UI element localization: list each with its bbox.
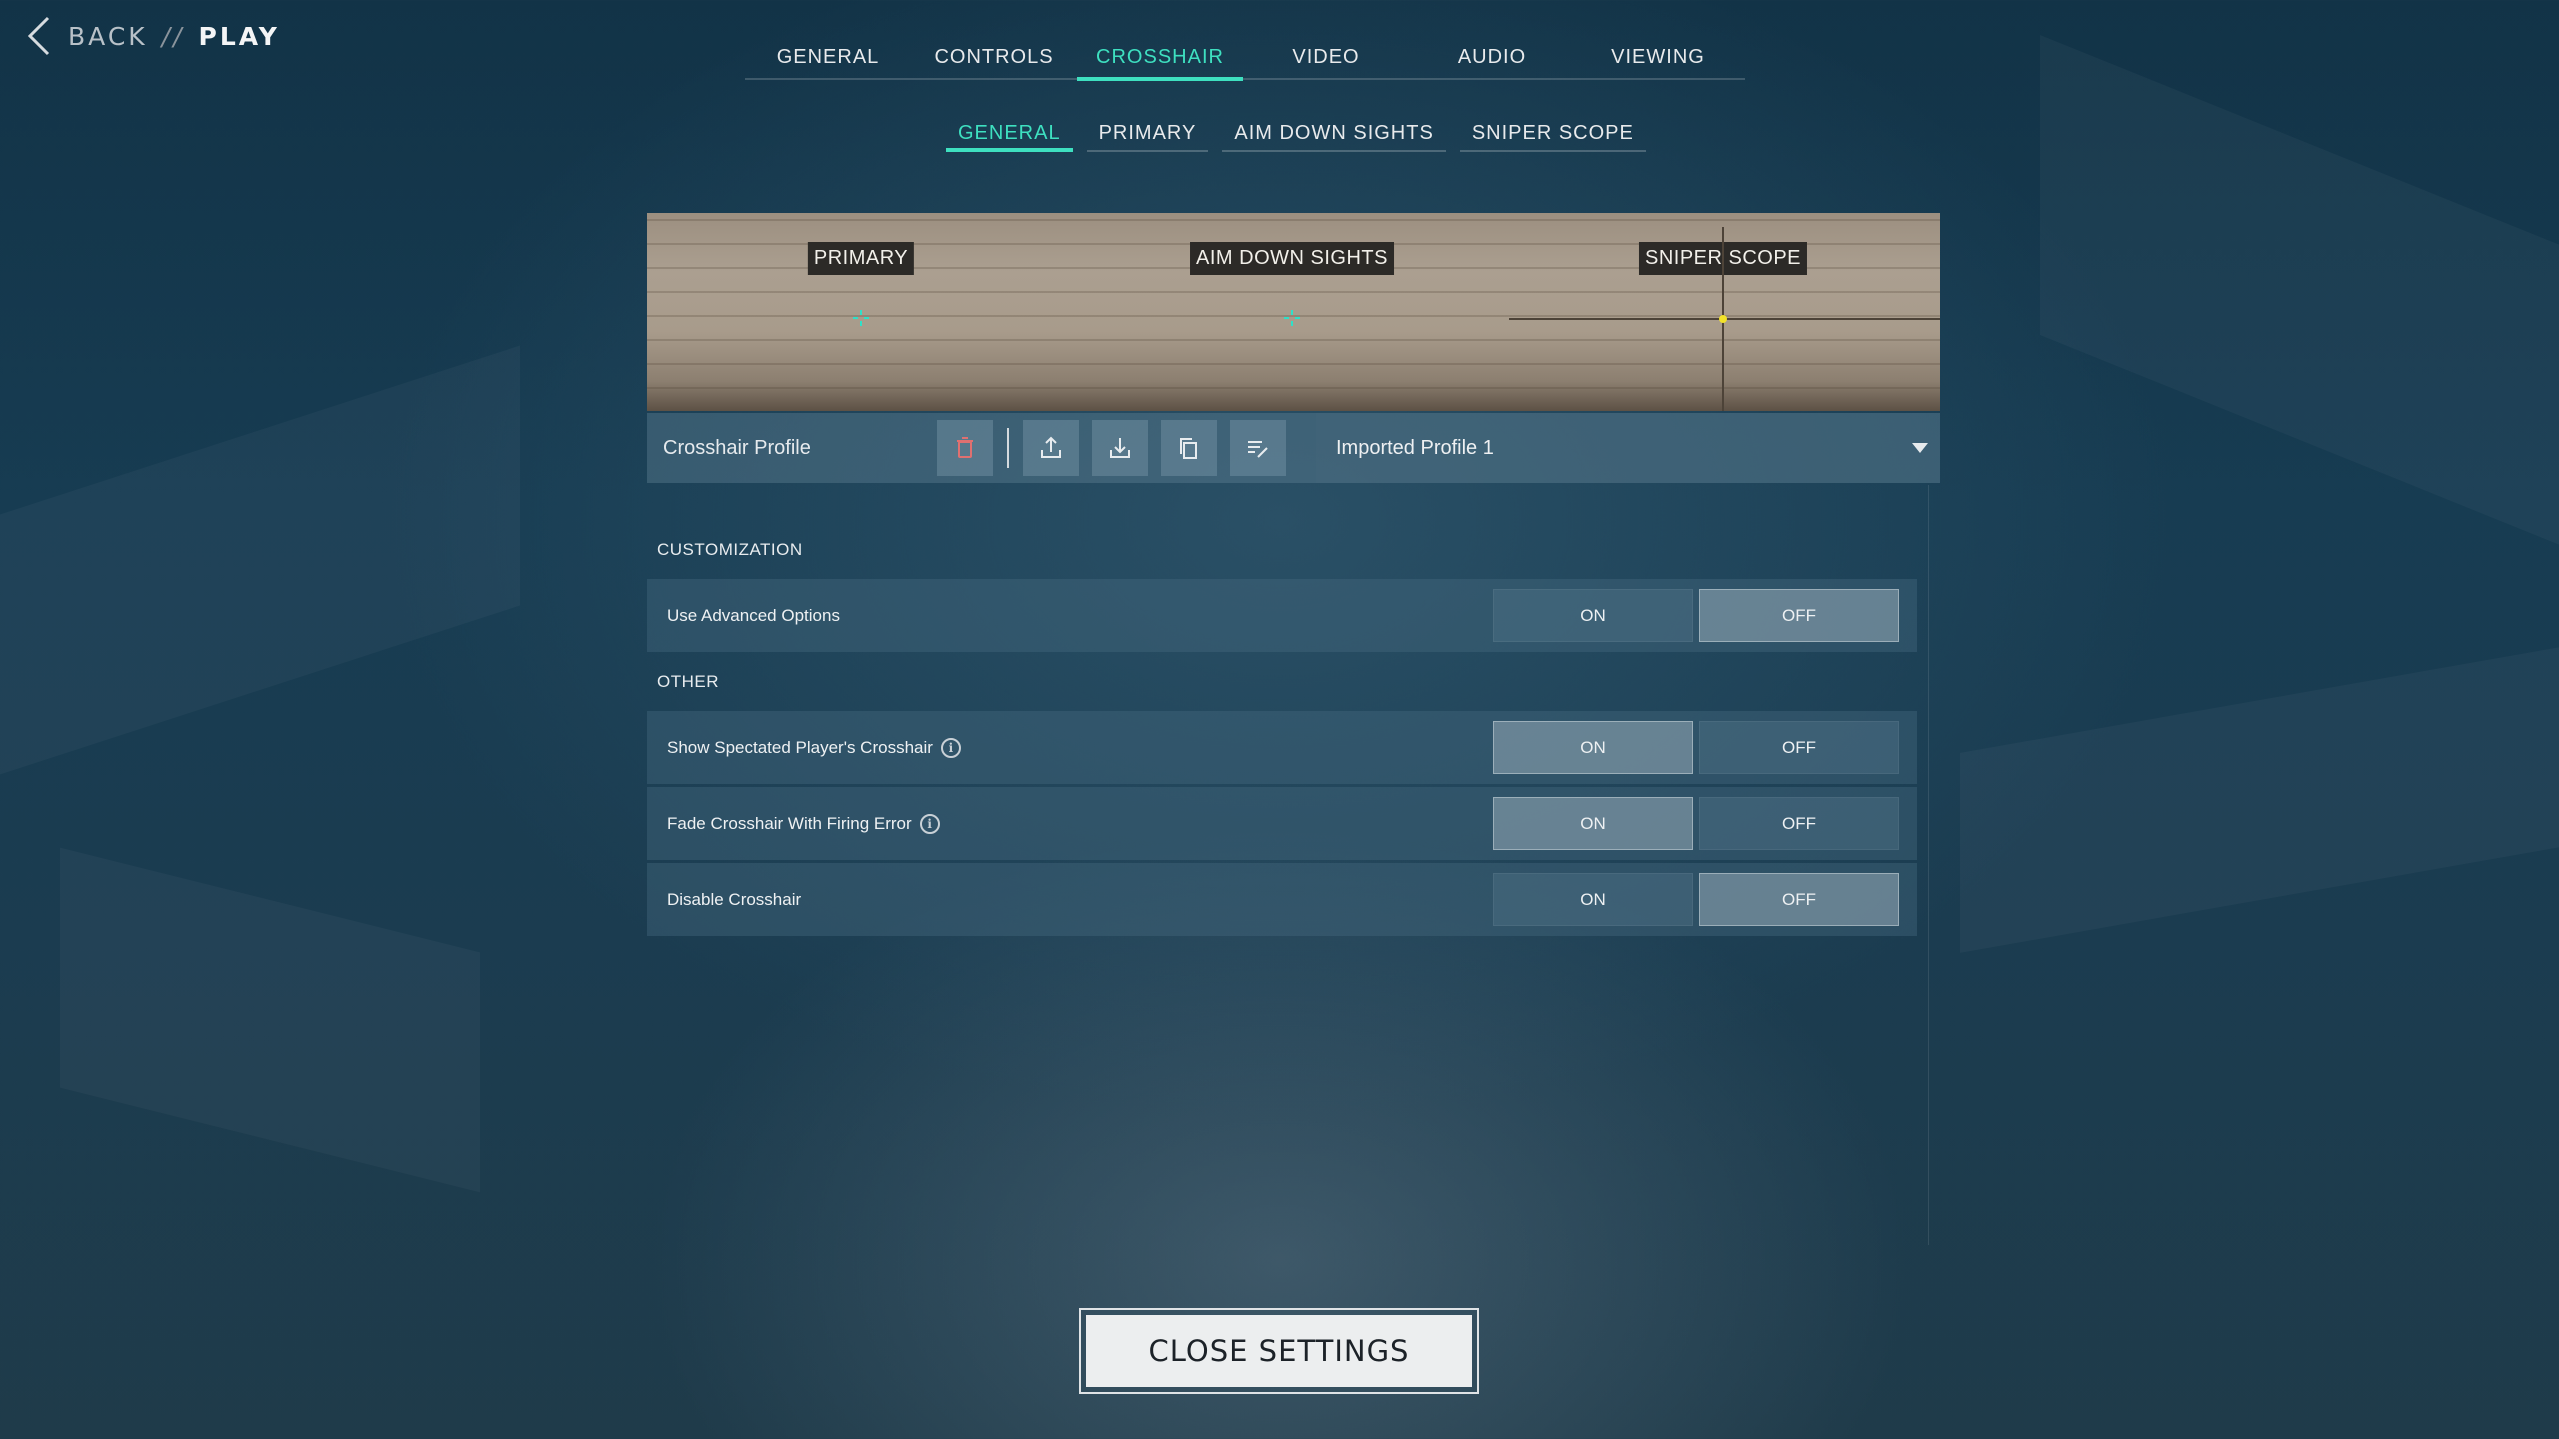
subtab-general[interactable]: GENERAL xyxy=(946,112,1073,152)
import-profile-button[interactable] xyxy=(1092,420,1148,476)
info-icon[interactable]: i xyxy=(940,737,961,758)
subtab-sniper-scope[interactable]: SNIPER SCOPE xyxy=(1459,112,1646,152)
rename-profile-button[interactable] xyxy=(1230,420,1286,476)
setting-label-text: Fade Crosshair With Firing Error xyxy=(667,813,912,833)
spectated-crosshair-on-button[interactable]: ON xyxy=(1493,721,1693,774)
close-settings-button[interactable]: CLOSE SETTINGS xyxy=(1086,1315,1472,1387)
close-settings-frame: CLOSE SETTINGS xyxy=(1079,1308,1479,1394)
ads-crosshair-icon xyxy=(1284,310,1300,326)
tab-viewing[interactable]: VIEWING xyxy=(1575,34,1741,78)
tab-video[interactable]: VIDEO xyxy=(1243,34,1409,78)
tab-audio[interactable]: AUDIO xyxy=(1409,34,1575,78)
download-icon xyxy=(1110,438,1130,458)
upload-icon xyxy=(1041,436,1061,458)
rename-icon xyxy=(1248,441,1268,458)
chevron-down-icon xyxy=(1912,443,1928,453)
crosshair-preview: PRIMARY AIM DOWN SIGHTS SNIPER SCOPE xyxy=(647,213,1940,411)
duplicate-profile-button[interactable] xyxy=(1161,420,1217,476)
trash-icon xyxy=(957,437,973,458)
setting-label-text: Use Advanced Options xyxy=(667,605,840,625)
advanced-options-off-button[interactable]: OFF xyxy=(1699,589,1899,642)
info-icon[interactable]: i xyxy=(919,813,940,834)
back-button[interactable]: BACK xyxy=(24,16,148,56)
back-label: BACK xyxy=(68,21,148,51)
subtab-primary[interactable]: PRIMARY xyxy=(1086,112,1209,152)
copy-icon xyxy=(1180,438,1197,459)
tab-general[interactable]: GENERAL xyxy=(745,34,911,78)
setting-row-spectated-crosshair: Show Spectated Player's Crosshair i ON O… xyxy=(647,711,1917,784)
preview-label-ads: AIM DOWN SIGHTS xyxy=(1190,242,1394,275)
sub-tab-bar: GENERAL PRIMARY AIM DOWN SIGHTS SNIPER S… xyxy=(946,112,1646,152)
setting-label-text: Show Spectated Player's Crosshair xyxy=(667,737,933,757)
preview-label-primary: PRIMARY xyxy=(807,242,915,275)
fade-crosshair-on-button[interactable]: ON xyxy=(1493,797,1693,850)
export-profile-button[interactable] xyxy=(1023,420,1079,476)
setting-label-text: Disable Crosshair xyxy=(667,889,802,909)
scope-center-dot xyxy=(1719,315,1727,323)
setting-label: Show Spectated Player's Crosshair i xyxy=(667,711,961,784)
tab-controls[interactable]: CONTROLS xyxy=(911,34,1077,78)
section-other: OTHER xyxy=(657,672,719,691)
delete-profile-button[interactable] xyxy=(937,420,993,476)
setting-row-disable-crosshair: Disable Crosshair ON OFF xyxy=(647,863,1917,936)
toolbar-divider xyxy=(1007,428,1009,468)
back-arrow-icon xyxy=(27,16,50,56)
top-tab-bar: GENERAL CONTROLS CROSSHAIR VIDEO AUDIO V… xyxy=(745,34,1745,81)
subtab-aim-down-sights[interactable]: AIM DOWN SIGHTS xyxy=(1222,112,1446,152)
setting-label: Disable Crosshair xyxy=(667,863,801,936)
disable-crosshair-on-button[interactable]: ON xyxy=(1493,873,1693,926)
scroll-track xyxy=(1928,485,1929,1245)
advanced-options-on-button[interactable]: ON xyxy=(1493,589,1693,642)
breadcrumb: BACK // PLAY xyxy=(24,12,280,60)
crosshair-profile-label: Crosshair Profile xyxy=(663,436,811,459)
section-customization: CUSTOMIZATION xyxy=(657,540,803,559)
tab-crosshair[interactable]: CROSSHAIR xyxy=(1077,34,1243,81)
profile-dropdown-value: Imported Profile 1 xyxy=(1336,436,1494,459)
profile-dropdown[interactable]: Imported Profile 1 xyxy=(1316,413,1940,483)
setting-label: Use Advanced Options xyxy=(667,579,840,652)
setting-row-advanced-options: Use Advanced Options ON OFF xyxy=(647,579,1917,652)
spectated-crosshair-off-button[interactable]: OFF xyxy=(1699,721,1899,774)
disable-crosshair-off-button[interactable]: OFF xyxy=(1699,873,1899,926)
setting-label: Fade Crosshair With Firing Error i xyxy=(667,787,940,860)
crosshair-profile-bar: Crosshair Profile Imported Profile 1 xyxy=(647,413,1940,483)
breadcrumb-separator: // xyxy=(161,21,185,51)
breadcrumb-current: PLAY xyxy=(198,21,280,51)
setting-row-fade-crosshair: Fade Crosshair With Firing Error i ON OF… xyxy=(647,787,1917,860)
primary-crosshair-icon xyxy=(853,310,869,326)
fade-crosshair-off-button[interactable]: OFF xyxy=(1699,797,1899,850)
